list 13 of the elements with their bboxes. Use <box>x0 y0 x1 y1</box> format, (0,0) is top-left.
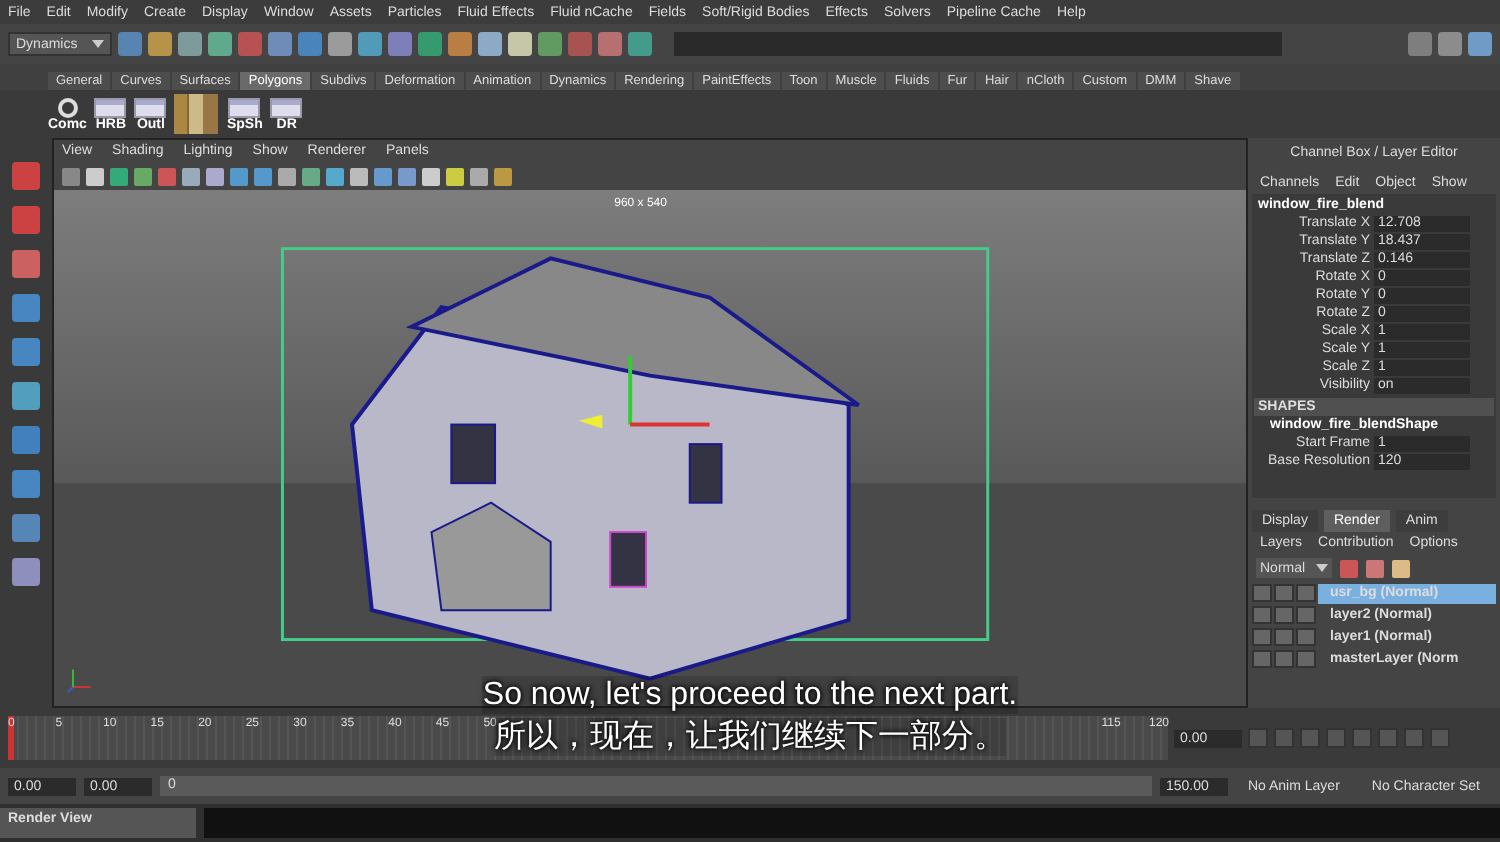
move-manipulator-icon <box>578 356 710 429</box>
window-icon <box>228 97 261 117</box>
spiral-icon <box>57 97 78 117</box>
caret-icon <box>1316 564 1328 572</box>
caret-icon <box>92 40 104 48</box>
subtitle: So now, let's proceed to the next part. <box>482 676 1018 714</box>
axis-indicator-icon <box>66 666 94 694</box>
playhead[interactable] <box>8 716 14 760</box>
books-icon[interactable] <box>174 94 219 134</box>
window-icon <box>270 97 303 117</box>
window-icon <box>94 97 127 117</box>
input-field[interactable] <box>674 32 1282 56</box>
window-icon <box>134 97 167 117</box>
